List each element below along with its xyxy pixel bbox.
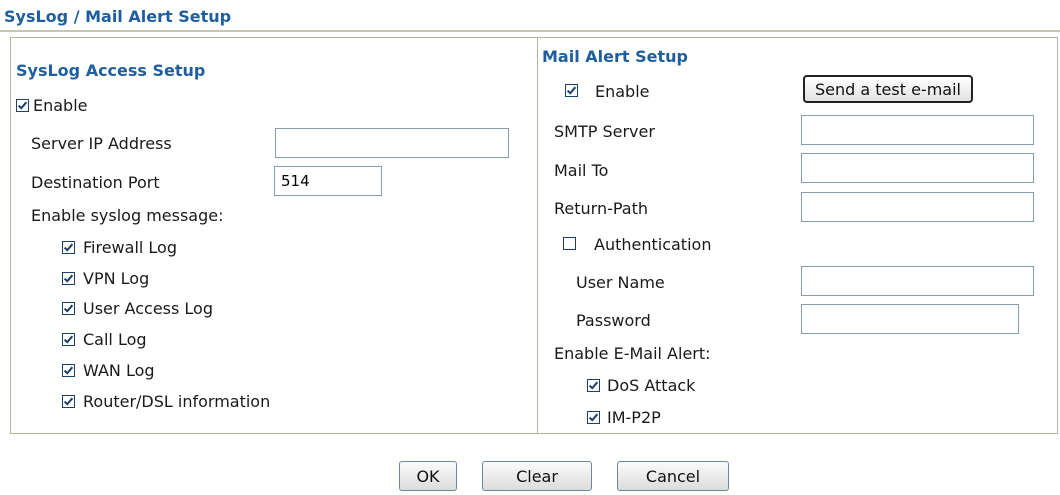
send-test-email-button[interactable]: Send a test e-mail [803,75,973,103]
user-name-input[interactable] [801,266,1034,296]
firewall-log-checkbox[interactable] [62,241,75,254]
checkmark-icon [63,335,74,344]
wan-log-label: WAN Log [83,361,155,380]
server-ip-input[interactable] [275,128,509,158]
password-input[interactable] [801,304,1019,334]
page-title: SysLog / Mail Alert Setup [4,7,232,26]
checkmark-icon [17,101,28,110]
mail-enable-checkbox[interactable] [565,84,578,97]
smtp-server-label: SMTP Server [554,122,655,141]
mail-section-title: Mail Alert Setup [542,47,688,66]
checkmark-icon [566,86,577,95]
title-divider [0,30,1060,32]
checkmark-icon [63,274,74,283]
call-log-checkbox[interactable] [62,333,75,346]
vpn-log-label: VPN Log [83,269,150,288]
destination-port-input[interactable] [274,166,382,196]
column-divider [537,37,538,434]
clear-button[interactable]: Clear [482,461,592,491]
destination-port-label: Destination Port [31,173,160,192]
authentication-label: Authentication [594,235,712,254]
mail-to-input[interactable] [801,153,1034,183]
mail-to-label: Mail To [554,161,609,180]
im-p2p-checkbox[interactable] [587,411,600,424]
return-path-input[interactable] [801,192,1034,222]
router-dsl-info-label: Router/DSL information [83,392,271,411]
ok-button[interactable]: OK [399,461,457,491]
checkmark-icon [63,243,74,252]
syslog-messages-label: Enable syslog message: [31,206,224,225]
vpn-log-checkbox[interactable] [62,272,75,285]
dos-attack-label: DoS Attack [607,376,696,395]
syslog-enable-label: Enable [33,96,88,115]
syslog-section-title: SysLog Access Setup [16,61,206,80]
checkmark-icon [63,397,74,406]
user-access-log-label: User Access Log [83,299,213,318]
user-name-label: User Name [576,273,665,292]
smtp-server-input[interactable] [801,115,1034,145]
dos-attack-checkbox[interactable] [587,379,600,392]
email-alert-label: Enable E-Mail Alert: [554,344,711,363]
user-access-log-checkbox[interactable] [62,302,75,315]
checkmark-icon [63,366,74,375]
wan-log-checkbox[interactable] [62,364,75,377]
mail-enable-label: Enable [595,82,650,101]
checkmark-icon [63,304,74,313]
call-log-label: Call Log [83,330,147,349]
return-path-label: Return-Path [554,199,649,218]
authentication-checkbox[interactable] [563,237,576,250]
server-ip-label: Server IP Address [31,134,172,153]
im-p2p-label: IM-P2P [607,408,661,427]
checkmark-icon [588,413,599,422]
syslog-enable-checkbox[interactable] [16,99,29,112]
firewall-log-label: Firewall Log [83,238,177,257]
password-label: Password [576,311,651,330]
cancel-button[interactable]: Cancel [617,461,729,491]
router-dsl-info-checkbox[interactable] [62,395,75,408]
checkmark-icon [588,381,599,390]
